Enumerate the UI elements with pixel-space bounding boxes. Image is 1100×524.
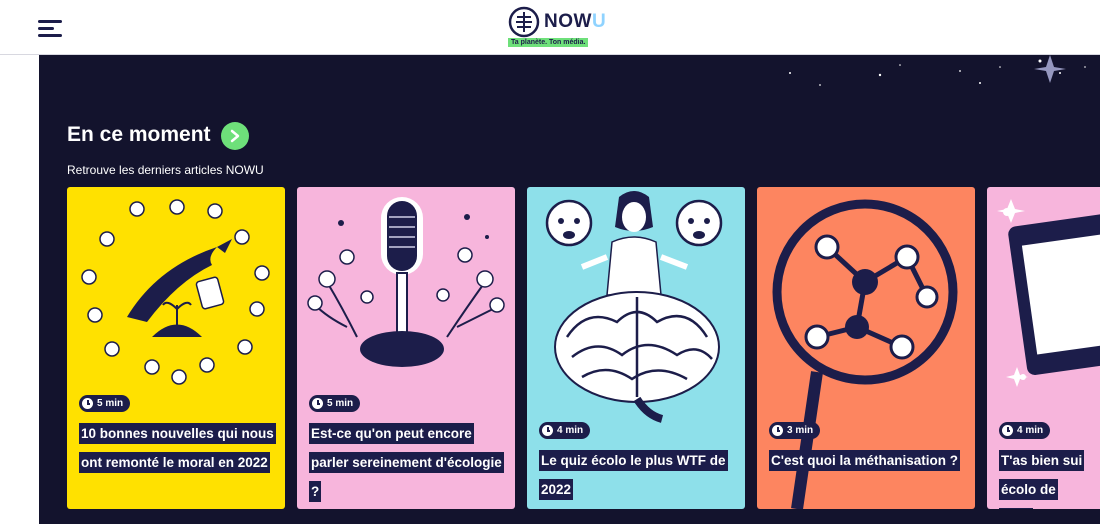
article-card[interactable]: 5 min 10 bonnes nouvelles qui nous ont r… bbox=[67, 187, 285, 509]
clock-icon bbox=[772, 425, 783, 436]
card-title[interactable]: T'as bien sui écolo de 2022 bbox=[999, 446, 1089, 509]
clock-icon bbox=[312, 398, 323, 409]
reading-time-badge: 3 min bbox=[769, 422, 821, 439]
card-illustration bbox=[997, 199, 1100, 387]
logo-tagline: Ta planète. Ton média. bbox=[508, 38, 589, 47]
reading-time-badge: 4 min bbox=[999, 422, 1051, 439]
reading-time-badge: 5 min bbox=[79, 395, 131, 412]
article-card[interactable]: 3 min C'est quoi la méthanisation ? bbox=[757, 187, 975, 509]
nowu-logo-icon bbox=[508, 6, 540, 38]
stars-decoration bbox=[789, 55, 1086, 86]
card-illustration bbox=[307, 197, 505, 367]
card-title[interactable]: 10 bonnes nouvelles qui nous ont remonté… bbox=[79, 419, 277, 477]
card-illustration bbox=[545, 191, 723, 423]
article-card[interactable]: 4 min Le quiz écolo le plus WTF de 2022 bbox=[527, 187, 745, 509]
reading-time-badge: 4 min bbox=[539, 422, 591, 439]
arrow-right-icon bbox=[230, 129, 240, 143]
menu-icon[interactable] bbox=[38, 20, 62, 38]
reading-time-badge: 5 min bbox=[309, 395, 361, 412]
card-illustration bbox=[81, 199, 270, 385]
section-title: En ce moment bbox=[67, 123, 211, 146]
article-card[interactable]: 4 min T'as bien sui écolo de 2022 bbox=[987, 187, 1100, 509]
article-card[interactable]: 5 min Est-ce qu'on peut encore parler se… bbox=[297, 187, 515, 509]
articles-carousel: 5 min 10 bonnes nouvelles qui nous ont r… bbox=[67, 187, 1100, 509]
site-logo[interactable]: NOWU Ta planète. Ton média. bbox=[508, 6, 618, 48]
see-more-button[interactable] bbox=[221, 122, 249, 150]
site-header: NOWU Ta planète. Ton média. bbox=[0, 0, 1100, 55]
card-title[interactable]: Est-ce qu'on peut encore parler sereinem… bbox=[309, 419, 507, 506]
clock-icon bbox=[542, 425, 553, 436]
logo-text: NOWU bbox=[544, 11, 607, 32]
card-title[interactable]: C'est quoi la méthanisation ? bbox=[769, 446, 967, 475]
clock-icon bbox=[1002, 425, 1013, 436]
en-ce-moment-section: En ce moment Retrouve les derniers artic… bbox=[39, 55, 1100, 524]
section-subtitle: Retrouve les derniers articles NOWU bbox=[67, 163, 264, 177]
card-title[interactable]: Le quiz écolo le plus WTF de 2022 bbox=[539, 446, 737, 504]
clock-icon bbox=[82, 398, 93, 409]
